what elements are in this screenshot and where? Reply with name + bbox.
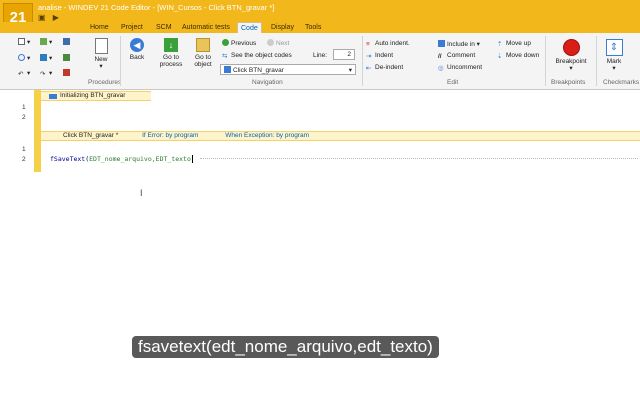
- list-icon[interactable]: [63, 54, 72, 62]
- breakpoint-icon: [562, 39, 580, 56]
- mouse-cursor-icon: I: [140, 188, 143, 198]
- code-line[interactable]: fSaveText(EDT_nome_arquivo,EDT_texto: [50, 155, 193, 163]
- move-down-button[interactable]: ⇣ Move down: [497, 52, 539, 60]
- deindent-button[interactable]: ⇤ De-indent: [366, 64, 403, 72]
- tab-tools[interactable]: Tools: [305, 22, 321, 33]
- tab-display[interactable]: Display: [271, 22, 294, 33]
- quick-access-toolbar: ▣ ▶: [38, 13, 64, 22]
- group-label-edit: Edit: [447, 79, 459, 86]
- if-error-link[interactable]: If Error: by program: [142, 132, 198, 139]
- save-icon[interactable]: ▣: [38, 13, 46, 22]
- indent-button[interactable]: ⇥ Indent: [366, 52, 393, 60]
- next-button[interactable]: Next: [267, 39, 289, 47]
- see-object-codes-button[interactable]: ⇆ See the object codes: [222, 52, 292, 60]
- breakpoint-button[interactable]: Breakpoint ▾: [551, 39, 591, 72]
- group-label-breakpoints: Breakpoints: [551, 79, 586, 86]
- line-number: 2: [22, 156, 26, 163]
- mark-icon: ⇕: [605, 39, 623, 56]
- tab-project[interactable]: Project: [121, 22, 143, 33]
- refresh-icon[interactable]: ▾: [18, 54, 30, 62]
- line-number: 1: [22, 104, 26, 111]
- divider: [362, 36, 363, 86]
- tab-automatic-tests[interactable]: Automatic tests: [182, 22, 230, 33]
- new-procedure-button[interactable]: New ▾: [90, 38, 112, 70]
- open-icon[interactable]: ▾: [40, 38, 52, 46]
- section-header-click[interactable]: Click BTN_gravar * If Error: by program …: [41, 131, 640, 141]
- network-icon[interactable]: ▾: [40, 54, 52, 62]
- new-file-icon[interactable]: ▾: [18, 38, 30, 46]
- tab-home[interactable]: Home: [90, 22, 109, 33]
- auto-indent-button[interactable]: ≡ Auto indent.: [366, 40, 410, 48]
- line-number-input[interactable]: 2: [333, 49, 355, 60]
- ribbon-tabs: Home Project SCM Automatic tests Code Di…: [0, 22, 640, 33]
- tab-scm[interactable]: SCM: [156, 22, 172, 33]
- line-dots: [200, 158, 638, 159]
- section-header-initializing[interactable]: Initializing BTN_gravar: [41, 91, 151, 101]
- text-cursor: [191, 155, 193, 163]
- divider: [545, 36, 546, 86]
- group-label-checkmarks: Checkmarks: [603, 79, 640, 86]
- save-file-icon[interactable]: [63, 38, 72, 46]
- ribbon: ▾ ▾ ▾ ▾ ↶ ▾ ↷ ▾ New ▾ Procedures ◀ Back ↓ G…: [0, 33, 640, 90]
- tab-code[interactable]: Code: [237, 22, 262, 33]
- video-subtitle: fsavetext(edt_nome_arquivo,edt_texto): [132, 336, 439, 358]
- redo-icon[interactable]: ↷ ▾: [40, 69, 52, 78]
- code-section-select[interactable]: Click BTN_gravar ▾: [220, 64, 356, 75]
- run-icon[interactable]: ▶: [53, 13, 59, 22]
- group-label-navigation: Navigation: [252, 79, 283, 86]
- comment-button[interactable]: //Comment: [438, 52, 475, 60]
- when-exception-link[interactable]: When Exception: by program: [225, 132, 309, 139]
- arrows-icon[interactable]: ↶ ▾: [18, 69, 30, 78]
- divider: [596, 36, 597, 86]
- mark-button[interactable]: ⇕ Mark ▾: [600, 39, 628, 72]
- goto-process-button[interactable]: ↓ Go to process: [156, 38, 186, 68]
- back-button[interactable]: ◀ Back: [126, 38, 148, 61]
- section-icon: [49, 94, 57, 99]
- uncomment-button[interactable]: ◎ Uncomment: [438, 64, 482, 72]
- group-label-procedures: Procedures: [88, 79, 122, 86]
- line-number: 2: [22, 114, 26, 121]
- tree-icon[interactable]: [63, 69, 72, 77]
- include-in-button[interactable]: Include in ▾: [438, 40, 480, 48]
- divider: [120, 36, 121, 86]
- previous-button[interactable]: Previous: [222, 39, 256, 47]
- window-title: analise - WINDEV 21 Code Editor - [WIN_C…: [38, 3, 275, 12]
- move-up-button[interactable]: ⇡ Move up: [497, 40, 531, 48]
- section-marker: [34, 90, 41, 172]
- chevron-down-icon: ▾: [348, 67, 352, 74]
- title-bar: 21 analise - WINDEV 21 Code Editor - [WI…: [0, 0, 640, 33]
- line-label: Line:: [313, 52, 328, 59]
- line-number: 1: [22, 146, 26, 153]
- goto-object-button[interactable]: Go to object: [190, 38, 216, 68]
